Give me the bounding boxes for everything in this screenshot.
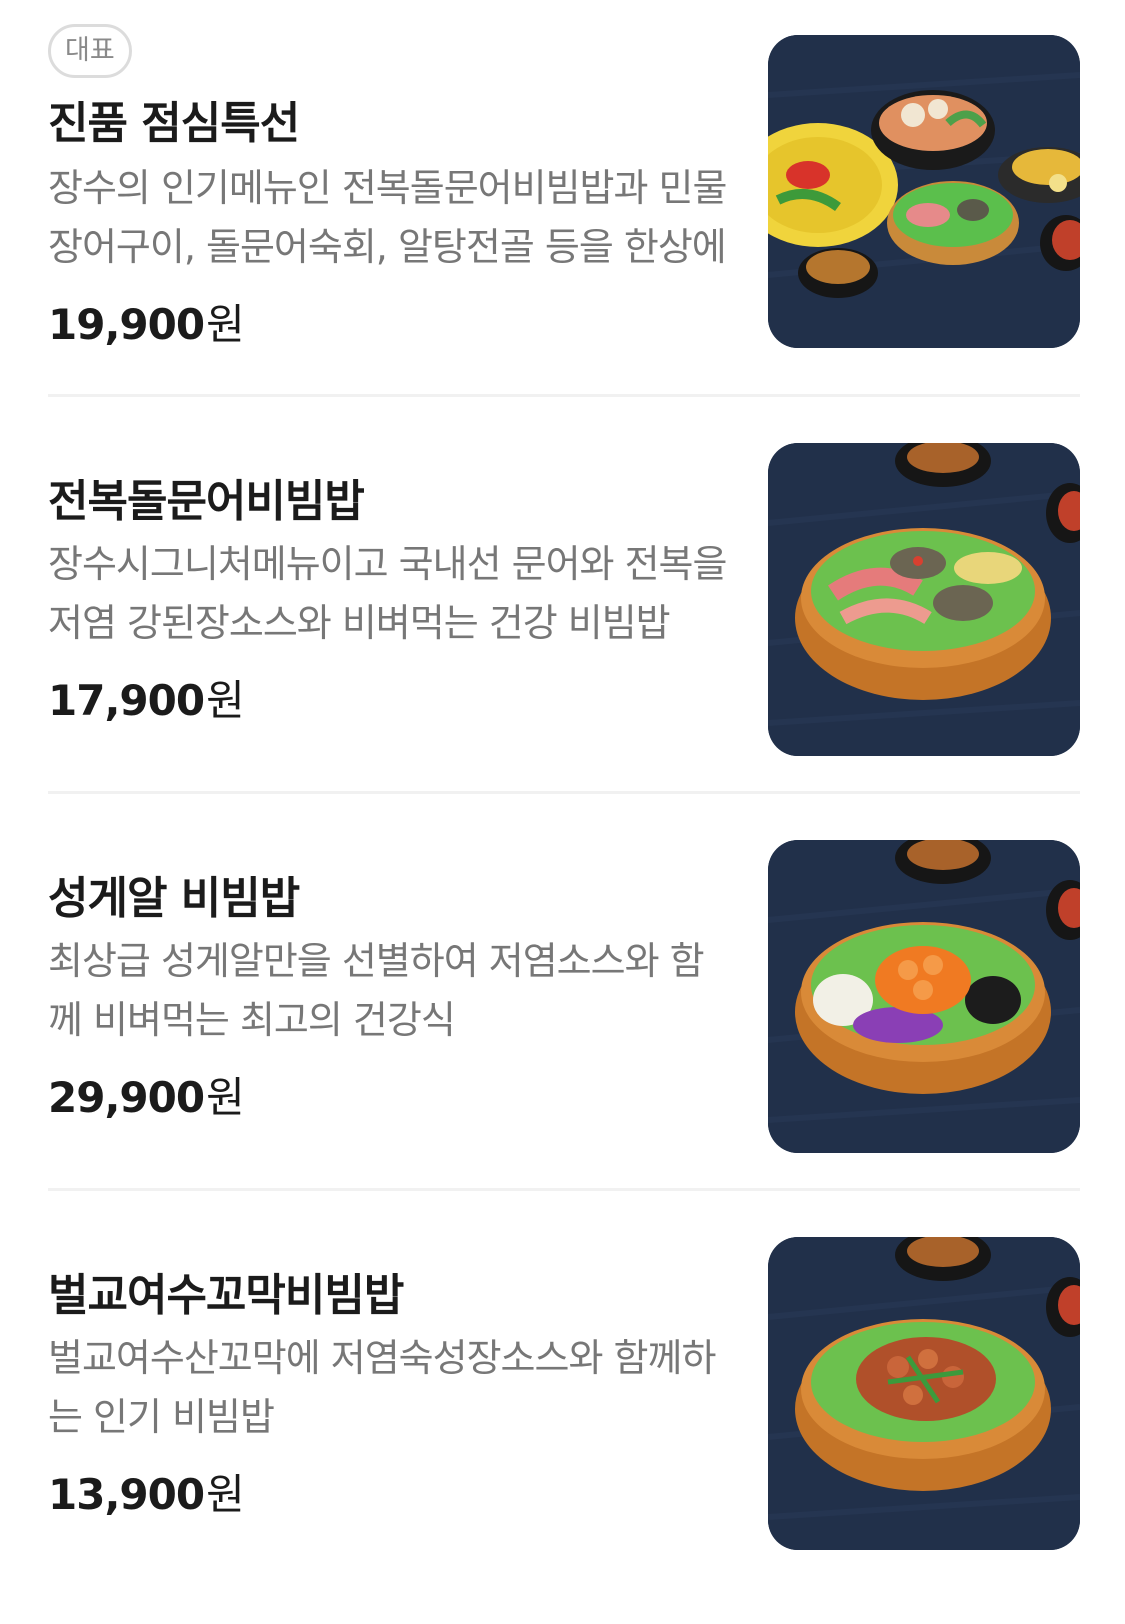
menu-item-description: 장수시그니처메뉴이고 국내선 문어와 전복을 저염 강된장소스와 비벼먹는 건강… [48, 542, 727, 645]
menu-item[interactable]: 벌교여수꼬막비빔밥 벌교여수산꼬막에 저염숙성장소스와 함께하는 인기 비빔밥 … [48, 1237, 1080, 1550]
abalone-octopus-bibimbap-photo[interactable] [768, 443, 1080, 756]
price-value: 13,900 [48, 1470, 205, 1519]
price-currency: 원 [206, 676, 245, 725]
abalone-octopus-bibimbap-image [768, 443, 1080, 756]
divider [48, 1188, 1080, 1191]
cockle-bibimbap-image [768, 1237, 1080, 1550]
menu-item-description: 벌교여수산꼬막에 저염숙성장소스와 함께하는 인기 비빔밥 [48, 1336, 716, 1439]
menu-item-text: 성게알 비빔밥 최상급 성게알만을 선별하여 저염소스와 함께 비벼먹는 최고의… [48, 840, 728, 1153]
menu-item-price: 19,900원 [48, 291, 245, 352]
menu-item-price: 17,900원 [48, 667, 245, 728]
menu-item-price: 13,900원 [48, 1461, 245, 1522]
price-value: 17,900 [48, 676, 205, 725]
price-currency: 원 [206, 1470, 245, 1519]
price-currency: 원 [206, 1073, 245, 1122]
price-value: 29,900 [48, 1073, 205, 1122]
divider [48, 791, 1080, 794]
menu-item-name: 성게알 비빔밥 [48, 873, 300, 924]
menu-item-description: 최상급 성게알만을 선별하여 저염소스와 함께 비벼먹는 최고의 건강식 [48, 939, 705, 1042]
menu-item[interactable]: 전복돌문어비빔밥 장수시그니처메뉴이고 국내선 문어와 전복을 저염 강된장소스… [48, 443, 1080, 756]
menu-list: 대표 진품 점심특선 장수의 인기메뉴인 전복돌문어비빔밥과 민물장어구이, 돌… [0, 0, 1125, 1624]
menu-item-name: 진품 점심특선 [48, 98, 300, 149]
sea-urchin-bibimbap-photo[interactable] [768, 840, 1080, 1153]
menu-item-price: 29,900원 [48, 1064, 245, 1125]
menu-item[interactable]: 대표 진품 점심특선 장수의 인기메뉴인 전복돌문어비빔밥과 민물장어구이, 돌… [48, 24, 1080, 349]
menu-item-text: 벌교여수꼬막비빔밥 벌교여수산꼬막에 저염숙성장소스와 함께하는 인기 비빔밥 … [48, 1237, 728, 1550]
divider [48, 394, 1080, 397]
lunch-special-spread-photo[interactable] [768, 35, 1080, 348]
menu-item-text: 전복돌문어비빔밥 장수시그니처메뉴이고 국내선 문어와 전복을 저염 강된장소스… [48, 443, 728, 756]
menu-item-text: 대표 진품 점심특선 장수의 인기메뉴인 전복돌문어비빔밥과 민물장어구이, 돌… [48, 24, 728, 349]
menu-item-name: 벌교여수꼬막비빔밥 [48, 1270, 404, 1321]
signature-badge: 대표 [48, 24, 132, 78]
menu-item[interactable]: 성게알 비빔밥 최상급 성게알만을 선별하여 저염소스와 함께 비벼먹는 최고의… [48, 840, 1080, 1153]
menu-item-name: 전복돌문어비빔밥 [48, 476, 365, 527]
sea-urchin-bibimbap-image [768, 840, 1080, 1153]
cockle-bibimbap-photo[interactable] [768, 1237, 1080, 1550]
menu-item-description: 장수의 인기메뉴인 전복돌문어비빔밥과 민물장어구이, 돌문어숙회, 알탕전골 … [48, 166, 727, 269]
lunch-special-spread-image [768, 35, 1080, 348]
price-currency: 원 [206, 300, 245, 349]
price-value: 19,900 [48, 300, 205, 349]
